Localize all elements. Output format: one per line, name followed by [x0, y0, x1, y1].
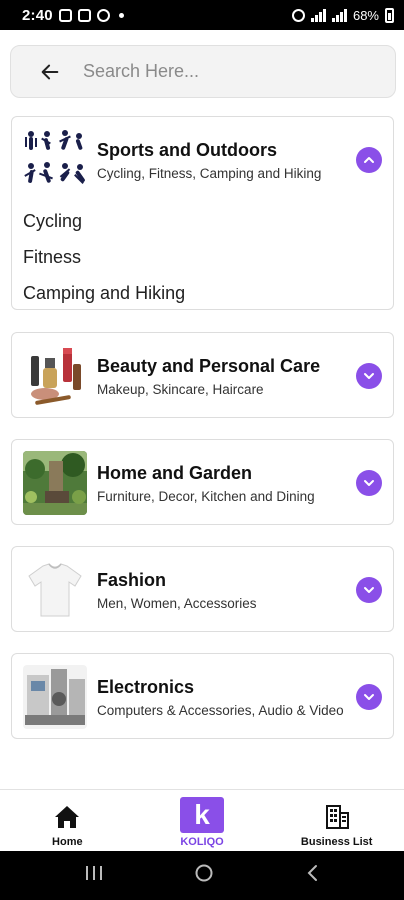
- nav-label: Home: [52, 836, 83, 848]
- chevron-down-icon[interactable]: [356, 684, 382, 710]
- home-button-icon[interactable]: [194, 863, 214, 888]
- hotspot-icon: [291, 8, 305, 22]
- subcategory-item-fitness[interactable]: Fitness: [12, 239, 393, 275]
- sports-silhouettes-image: [23, 128, 87, 192]
- garden-image: [23, 451, 87, 515]
- signal-icon-2: [331, 8, 347, 22]
- search-bar: [10, 45, 396, 98]
- category-card-fashion[interactable]: Fashion Men, Women, Accessories: [11, 546, 394, 632]
- electronics-image: [23, 665, 87, 729]
- subcategory-item-cycling[interactable]: Cycling: [12, 203, 393, 239]
- building-icon: [324, 804, 350, 833]
- more-notifications-icon: [118, 12, 124, 18]
- category-header[interactable]: Fashion Men, Women, Accessories: [12, 547, 393, 633]
- search-input[interactable]: [83, 61, 343, 82]
- status-bar: 2:40 68%: [0, 0, 404, 30]
- category-title: Beauty and Personal Care: [97, 355, 321, 376]
- nav-item-koliqo[interactable]: k KOLIQO: [135, 790, 270, 851]
- status-time: 2:40: [22, 6, 53, 24]
- chevron-up-icon[interactable]: [356, 147, 382, 173]
- koliqo-logo: k: [180, 797, 224, 833]
- battery-percent: 68%: [352, 7, 379, 23]
- recent-apps-icon[interactable]: [85, 865, 103, 886]
- whatsapp-notification-icon: [96, 8, 110, 22]
- category-header[interactable]: Home and Garden Furniture, Decor, Kitche…: [12, 440, 393, 526]
- category-title: Home and Garden: [97, 462, 253, 483]
- category-card-beauty[interactable]: Beauty and Personal Care Makeup, Skincar…: [11, 332, 394, 418]
- category-header[interactable]: Electronics Computers & Accessories, Aud…: [12, 654, 393, 740]
- category-card-sports[interactable]: Sports and Outdoors Cycling, Fitness, Ca…: [11, 116, 394, 310]
- bottom-navigation: Home k KOLIQO Business List: [0, 789, 404, 851]
- back-button-icon[interactable]: [305, 864, 319, 887]
- battery-icon: [385, 7, 394, 23]
- category-header[interactable]: Sports and Outdoors Cycling, Fitness, Ca…: [12, 117, 393, 203]
- nav-item-home[interactable]: Home: [0, 790, 135, 851]
- category-subtitle: Cycling, Fitness, Camping and Hiking: [97, 165, 322, 181]
- category-subtitle: Men, Women, Accessories: [97, 595, 257, 611]
- system-navigation-bar: [0, 851, 404, 900]
- back-arrow-icon[interactable]: [37, 59, 63, 85]
- message-notification-icon: [77, 8, 91, 22]
- nav-label: Business List: [300, 836, 373, 848]
- category-title: Electronics: [97, 676, 195, 697]
- nav-label: KOLIQO: [180, 836, 224, 848]
- category-subtitle: Makeup, Skincare, Haircare: [97, 381, 264, 397]
- category-card-home-garden[interactable]: Home and Garden Furniture, Decor, Kitche…: [11, 439, 394, 525]
- gallery-notification-icon: [58, 8, 72, 22]
- cosmetics-image: [23, 344, 87, 408]
- chevron-down-icon[interactable]: [356, 363, 382, 389]
- chevron-down-icon[interactable]: [356, 577, 382, 603]
- category-title: Fashion: [97, 569, 167, 590]
- home-icon: [53, 804, 81, 833]
- chevron-down-icon[interactable]: [356, 470, 382, 496]
- tshirt-image: [23, 558, 87, 622]
- category-title: Sports and Outdoors: [97, 139, 277, 160]
- subcategory-item-camping-hiking[interactable]: Camping and Hiking: [12, 275, 393, 311]
- category-header[interactable]: Beauty and Personal Care Makeup, Skincar…: [12, 333, 393, 419]
- category-card-electronics[interactable]: Electronics Computers & Accessories, Aud…: [11, 653, 394, 739]
- signal-icon: [310, 8, 326, 22]
- category-subtitle: Furniture, Decor, Kitchen and Dining: [97, 488, 315, 504]
- category-subtitle: Computers & Accessories, Audio & Video: [97, 702, 344, 718]
- nav-item-business-list[interactable]: Business List: [269, 790, 404, 851]
